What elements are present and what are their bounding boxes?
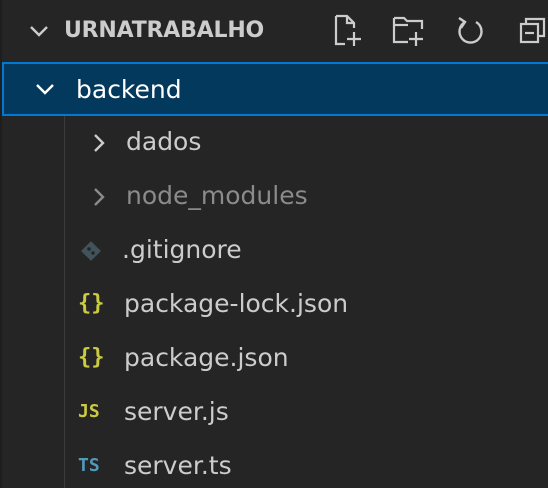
collapse-all-button[interactable] <box>510 12 548 50</box>
tree-item-gitignore[interactable]: .gitignore <box>2 224 548 278</box>
tree-item-label: node_modules <box>126 181 308 210</box>
typescript-icon: TS <box>78 455 100 476</box>
tree-item-label: server.js <box>124 397 229 426</box>
json-icon: {} <box>78 291 105 316</box>
git-icon <box>81 241 101 261</box>
new-file-button[interactable] <box>324 12 370 50</box>
tree-item-label: server.ts <box>124 451 232 480</box>
tree-item-package-lock-json[interactable]: {} package-lock.json <box>2 278 548 332</box>
json-icon: {} <box>78 345 105 370</box>
tree-item-server-js[interactable]: JS server.js <box>2 386 548 440</box>
tree-item-node-modules[interactable]: node_modules <box>2 170 548 224</box>
tree-item-label: .gitignore <box>122 235 242 264</box>
refresh-button[interactable] <box>448 12 494 50</box>
tree-item-label: backend <box>76 75 182 104</box>
tree-item-label: dados <box>126 127 202 156</box>
tree-item-label: package.json <box>124 343 289 372</box>
collapse-all-icon <box>519 17 546 44</box>
javascript-icon: JS <box>78 401 100 422</box>
new-file-icon <box>334 14 361 46</box>
new-folder-button[interactable] <box>386 12 432 50</box>
chevron-right-icon[interactable] <box>88 132 110 154</box>
new-folder-icon <box>392 16 424 46</box>
chevron-down-icon[interactable] <box>28 20 50 42</box>
tree-item-server-ts[interactable]: TS server.ts <box>2 440 548 488</box>
workspace-title[interactable]: URNATRABALHO <box>64 0 264 62</box>
explorer-panel: URNATRABALHO backend dados node_modules … <box>0 0 548 488</box>
tree-item-package-json[interactable]: {} package.json <box>2 332 548 386</box>
tree-item-label: package-lock.json <box>124 289 349 318</box>
chevron-down-icon[interactable] <box>34 78 56 100</box>
refresh-icon <box>458 17 483 44</box>
tree-item-dados[interactable]: dados <box>2 116 548 170</box>
chevron-right-icon[interactable] <box>88 186 110 208</box>
explorer-header[interactable]: URNATRABALHO <box>2 0 548 62</box>
explorer-actions <box>324 12 548 50</box>
tree-item-backend[interactable]: backend <box>2 62 548 116</box>
